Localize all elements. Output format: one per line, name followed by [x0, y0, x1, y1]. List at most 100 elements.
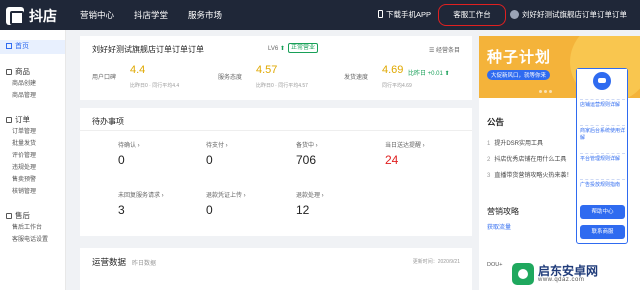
- todo-count: 3: [118, 203, 125, 217]
- order-icon: [6, 117, 12, 123]
- todo-label: 退款凭证上传 ›: [206, 193, 246, 199]
- metric-value: 4.57: [256, 64, 278, 76]
- status-badge: 正常营业: [288, 43, 319, 53]
- todo-label: 未回复服务请求 ›: [118, 193, 164, 199]
- todo-count: 0: [118, 153, 125, 167]
- notice-text: 抖店优秀店铺在用什么工具: [494, 157, 567, 163]
- todo-item-pending-payment[interactable]: 待支付 › 0: [206, 140, 228, 167]
- shop-level-text: LV6: [268, 46, 279, 52]
- home-icon: [6, 43, 12, 49]
- shop-title: 刘好好测试旗舰店订单订单订单: [92, 45, 204, 54]
- nav-service-market[interactable]: 服务市场: [188, 9, 222, 21]
- brand-logo[interactable]: 抖店: [6, 6, 57, 26]
- shop-info-card: 刘好好测试旗舰店订单订单订单 LV6 ⬆ 正常营业 ☰ 经营条目 用户口碑 4.…: [80, 36, 472, 100]
- divider: [80, 130, 472, 131]
- sidebar-group-header[interactable]: 售后: [0, 210, 65, 222]
- sidebar-group-title: 商品: [15, 67, 30, 76]
- sidebar-item-after-sales-workbench[interactable]: 售后工作台: [0, 222, 65, 234]
- business-items-link[interactable]: ☰ 经营条目: [429, 45, 460, 54]
- nav-doudian-academy[interactable]: 抖店学堂: [134, 9, 168, 21]
- todo-item-refund-voucher[interactable]: 退款凭证上传 › 0: [206, 190, 246, 217]
- operations-subtitle: 昨日数据: [132, 261, 157, 267]
- robot-assistant-icon[interactable]: [593, 72, 611, 90]
- level-up-icon: ⬆: [279, 46, 285, 52]
- shop-level: LV6 ⬆: [268, 45, 285, 52]
- todo-count: 706: [296, 153, 317, 167]
- metric-compare: 比昨日0 · 同行平均4.4: [130, 83, 180, 89]
- shop-account-name: 刘好好测试旗舰店订单订单订单: [522, 10, 627, 19]
- todo-item-pending-confirm[interactable]: 待确认 › 0: [118, 140, 140, 167]
- sidebar-item-service-phone[interactable]: 客服电话设置: [0, 234, 65, 246]
- todo-label: 备货中 ›: [296, 143, 318, 149]
- metric-compare: 比昨日0 · 同行平均4.57: [256, 83, 308, 89]
- sidebar-group-header[interactable]: 商品: [0, 66, 65, 78]
- notice-item[interactable]: 2 抖店优秀店铺在用什么工具: [487, 154, 566, 163]
- todo-item-preparing[interactable]: 备货中 › 706: [296, 140, 318, 167]
- todo-card: 待办事项 待确认 › 0 待支付 › 0 备货中 › 706 当日送达提醒 › …: [80, 108, 472, 236]
- metric-label: 用户口碑: [92, 75, 117, 81]
- sidebar-item-order-manage[interactable]: 订单管理: [0, 126, 65, 138]
- sidebar-item-verification[interactable]: 核销管理: [0, 186, 65, 198]
- download-app-link[interactable]: 下载手机APP: [378, 9, 431, 20]
- watermark-logo-icon: [512, 263, 534, 285]
- notice-text: 提升DSR实用工具: [494, 141, 544, 147]
- notice-title: 公告: [487, 117, 505, 127]
- help-center-button[interactable]: 帮助中心: [580, 205, 625, 219]
- sidebar-item-sale-warning[interactable]: 售卖预警: [0, 174, 65, 186]
- after-sales-icon: [6, 213, 12, 219]
- metric-label: 发货速度: [344, 75, 369, 81]
- notice-item[interactable]: 3 直播带货营销攻略火热来袭！: [487, 170, 572, 179]
- phone-icon: [378, 10, 383, 18]
- sidebar-item-review-manage[interactable]: 评价管理: [0, 150, 65, 162]
- todo-count: 12: [296, 203, 310, 217]
- sidebar-item-label: 首页: [15, 43, 29, 50]
- marketing-strategy-title: 营销攻略: [487, 207, 519, 216]
- sidebar-item-violation[interactable]: 违规处理: [0, 162, 65, 174]
- product-icon: [6, 69, 12, 75]
- operations-data-card: 运营数据 昨日数据 更新时间：2020/9/21: [80, 248, 472, 290]
- sidebar-group-title: 订单: [15, 115, 30, 124]
- customer-service-workbench-button[interactable]: 客服工作台: [438, 4, 506, 26]
- sidebar-group-after-sales: 售后 售后工作台 客服电话设置: [0, 210, 65, 246]
- sidebar-item-product-create[interactable]: 商品创建: [0, 78, 65, 90]
- help-link-backend-system[interactable]: 商家后台系统使用详解: [580, 125, 625, 142]
- shop-account-menu[interactable]: 刘好好测试旗舰店订单订单订单: [510, 9, 627, 20]
- todo-item-refund-processing[interactable]: 退款处理 › 12: [296, 190, 324, 217]
- metric-value: 4.69: [382, 64, 404, 76]
- operations-updated-time: 更新时间：2020/9/21: [412, 259, 460, 265]
- contact-service-button[interactable]: 联系商服: [580, 225, 625, 239]
- get-traffic-tab[interactable]: 获取流量: [487, 222, 511, 231]
- sidebar-group-orders: 订单 订单管理 批量发货 评价管理 违规处理 售卖预警 核销管理: [0, 114, 65, 198]
- todo-item-same-day-delivery[interactable]: 当日送达提醒 › 24: [385, 140, 425, 167]
- watermark-url: www.qdaz.com: [538, 277, 585, 283]
- sidebar-item-product-manage[interactable]: 商品管理: [0, 90, 65, 102]
- metric-compare: 同行平均4.69: [382, 83, 412, 89]
- sidebar-item-home[interactable]: 首页: [0, 40, 65, 54]
- metric-trend: 比昨日 +0.01 ⬆: [408, 71, 450, 77]
- avatar: [510, 10, 519, 19]
- help-link-ads-guide[interactable]: 广告投放规则指南: [580, 179, 625, 189]
- dou-plus-label[interactable]: DOU+: [487, 262, 502, 268]
- banner-pill: 大促新风口，就等你来: [487, 70, 551, 80]
- todo-label: 当日送达提醒 ›: [385, 143, 425, 149]
- sidebar-group-header[interactable]: 订单: [0, 114, 65, 126]
- notice-item[interactable]: 1 提升DSR实用工具: [487, 138, 543, 147]
- carousel-dots[interactable]: [539, 88, 554, 95]
- doudian-logo-icon: [6, 7, 24, 25]
- nav-marketing-center[interactable]: 营销中心: [80, 9, 114, 21]
- todo-count: 0: [206, 203, 213, 217]
- brand-name: 抖店: [29, 8, 57, 24]
- help-link-platform-rules[interactable]: 平台管理规则详解: [580, 153, 625, 163]
- notice-index: 3: [487, 173, 491, 179]
- metric-label: 服务态度: [218, 75, 243, 81]
- assistant-header: [577, 69, 627, 97]
- help-link-store-rules[interactable]: 店铺运营规则详解: [580, 99, 625, 109]
- notice-index: 1: [487, 141, 491, 147]
- todo-label: 退款处理 ›: [296, 193, 324, 199]
- sidebar-item-batch-ship[interactable]: 批量发货: [0, 138, 65, 150]
- todo-item-unanswered-service[interactable]: 未回复服务请求 › 3: [118, 190, 164, 217]
- metric-value: 4.4: [130, 64, 146, 76]
- sidebar: 首页 商品 商品创建 商品管理 订单 订单管理 批量发货 评价管理 违规处理 售…: [0, 30, 66, 290]
- operations-title: 运营数据: [92, 257, 127, 267]
- top-bar: 抖店 营销中心 抖店学堂 服务市场 下载手机APP 客服工作台 刘好好测试旗舰店…: [0, 0, 640, 30]
